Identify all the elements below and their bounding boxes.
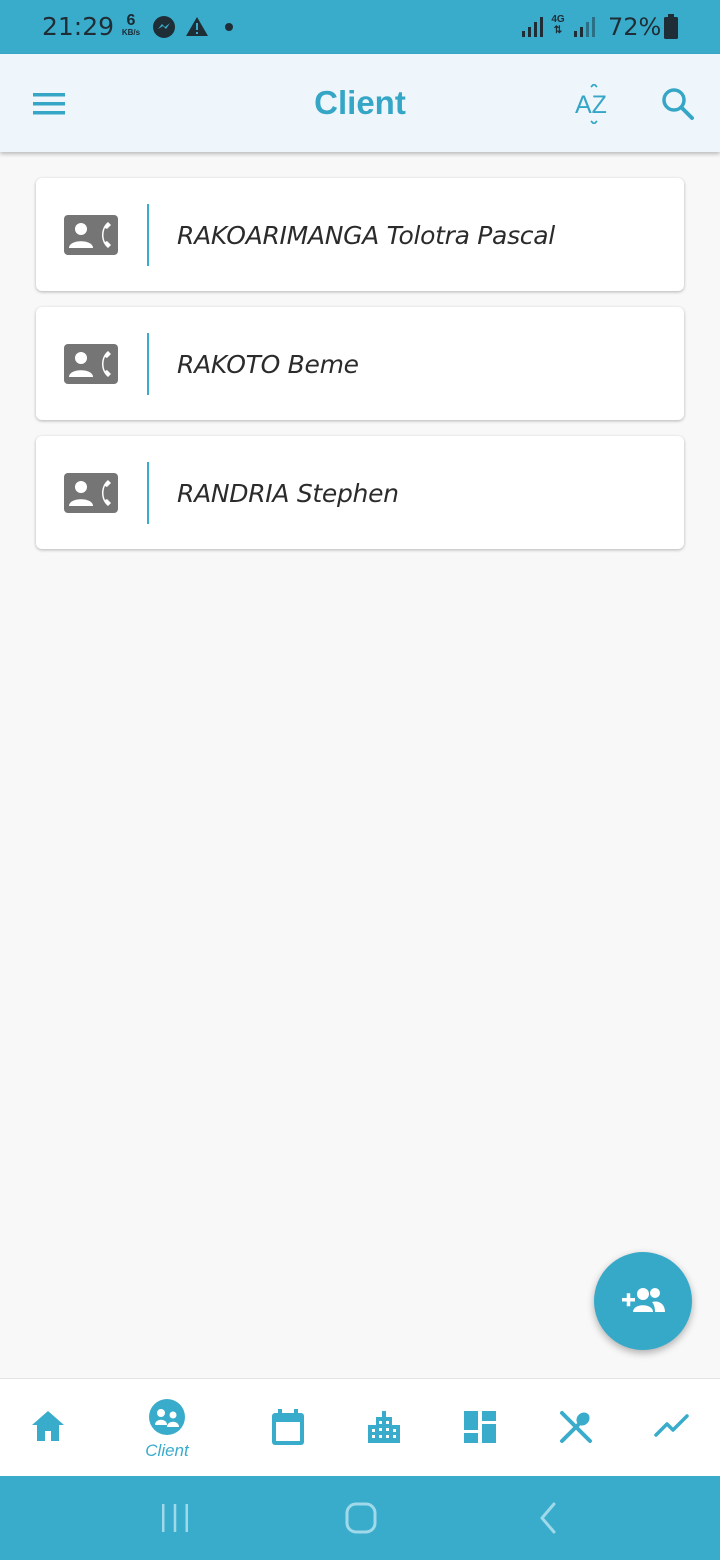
messenger-icon	[153, 16, 175, 38]
warning-icon	[186, 17, 208, 36]
nav-restaurant[interactable]	[528, 1379, 624, 1477]
recent-apps-icon[interactable]	[158, 1500, 192, 1536]
client-name: RANDRIA Stephen	[177, 479, 399, 508]
nav-dashboard[interactable]	[432, 1379, 528, 1477]
home-icon	[32, 1411, 64, 1441]
net-speed-unit: KB/s	[121, 28, 141, 37]
back-icon[interactable]	[534, 1500, 564, 1536]
signal-icon	[522, 17, 543, 37]
system-navigation-bar	[0, 1476, 720, 1560]
contact-phone-icon	[64, 473, 118, 513]
nav-client-label: Client	[145, 1441, 189, 1460]
card-divider	[147, 204, 149, 266]
nav-buildings[interactable]	[336, 1379, 432, 1477]
client-card[interactable]: RAKOTO Beme	[36, 307, 684, 420]
contact-phone-icon	[64, 344, 118, 384]
sort-az-label: AZ	[575, 91, 607, 119]
net-speed-value: 6	[126, 12, 136, 29]
home-button-icon[interactable]	[343, 1500, 379, 1536]
client-name: RAKOTO Beme	[177, 350, 359, 379]
calendar-icon	[272, 1409, 304, 1445]
sort-az-button[interactable]: AZ	[574, 82, 614, 126]
battery-icon	[664, 14, 678, 39]
add-group-icon	[622, 1288, 665, 1312]
card-divider	[147, 333, 149, 395]
trending-icon	[654, 1414, 689, 1437]
restaurant-icon	[560, 1411, 592, 1443]
card-divider	[147, 462, 149, 524]
status-bar: 21:29 6 KB/s 4G ⇅ 72%	[0, 0, 720, 54]
client-icon	[149, 1399, 185, 1435]
network-type: 4G ⇅	[551, 14, 565, 36]
contact-phone-icon	[64, 215, 118, 255]
add-client-button[interactable]	[594, 1252, 692, 1350]
nav-trending[interactable]	[624, 1379, 720, 1477]
signal-icon-2	[574, 17, 595, 37]
client-card[interactable]: RAKOARIMANGA Tolotra Pascal	[36, 178, 684, 291]
net-speed: 6 KB/s	[118, 13, 144, 37]
nav-client[interactable]: Client	[119, 1379, 215, 1477]
app-bar: Client AZ	[0, 54, 720, 152]
nav-calendar[interactable]	[240, 1379, 336, 1477]
bottom-navigation: Client	[0, 1378, 720, 1477]
status-time: 21:29	[42, 12, 115, 41]
search-icon[interactable]	[660, 86, 696, 122]
nav-home[interactable]	[0, 1379, 96, 1477]
dashboard-icon	[464, 1411, 496, 1443]
building-icon	[368, 1411, 400, 1443]
battery-percent: 72%	[608, 13, 662, 41]
sort-az-icon: AZ	[575, 82, 607, 126]
client-name: RAKOARIMANGA Tolotra Pascal	[177, 221, 555, 250]
client-list: RAKOARIMANGA Tolotra Pascal RAKOTO Beme …	[36, 178, 684, 565]
dot-icon	[225, 23, 233, 31]
client-card[interactable]: RANDRIA Stephen	[36, 436, 684, 549]
